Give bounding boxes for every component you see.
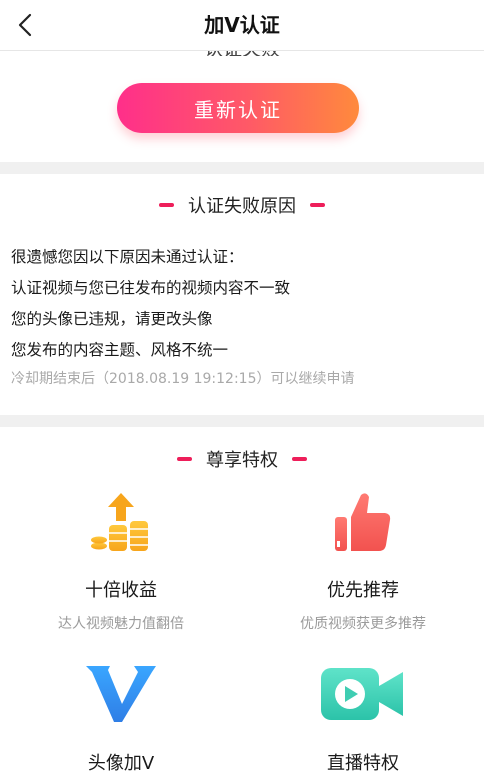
- privilege-desc: 达人视频魅力值翻倍: [58, 616, 184, 632]
- v-badge-icon: [86, 666, 156, 722]
- nav-bar: 加V认证: [0, 0, 484, 51]
- privilege-name: 十倍收益: [85, 580, 157, 601]
- reapply-button[interactable]: 重新认证: [117, 83, 359, 133]
- privilege-item-income: 十倍收益 达人视频魅力值翻倍: [0, 486, 242, 636]
- coins-arrow-icon: [91, 493, 148, 551]
- privileges-title: 尊享特权: [206, 450, 278, 471]
- title-dash-right: [292, 457, 307, 461]
- section-divider: [0, 162, 484, 174]
- video-camera-icon: [321, 668, 403, 720]
- privilege-name: 头像加V: [87, 753, 155, 774]
- reasons-section-title: 认证失败原因: [0, 192, 484, 218]
- privileges-section-title: 尊享特权: [0, 446, 484, 472]
- reason-item: 您发布的内容主题、风格不统一: [11, 341, 229, 359]
- privilege-item-avatar-v: 头像加V: [0, 650, 242, 782]
- reason-item: 您的头像已违规，请更改头像: [11, 310, 213, 328]
- privilege-name: 优先推荐: [327, 580, 399, 601]
- privilege-name: 直播特权: [327, 753, 399, 774]
- title-dash-left: [159, 203, 174, 207]
- privilege-item-live: 直播特权: [242, 650, 484, 782]
- cooldown-notice: 冷却期结束后（2018.08.19 19:12:15）可以继续申请: [11, 371, 355, 387]
- thumbs-up-icon: [335, 493, 391, 551]
- privilege-desc: 优质视频获更多推荐: [300, 616, 426, 632]
- page-title: 加V认证: [204, 13, 280, 37]
- reason-item: 认证视频与您已往发布的视频内容不一致: [11, 279, 291, 297]
- title-dash-right: [310, 203, 325, 207]
- reasons-title: 认证失败原因: [188, 196, 296, 217]
- title-dash-left: [177, 457, 192, 461]
- reasons-intro: 很遗憾您因以下原因未通过认证：: [11, 248, 244, 266]
- privilege-item-recommend: 优先推荐 优质视频获更多推荐: [242, 486, 484, 636]
- section-divider: [0, 415, 484, 427]
